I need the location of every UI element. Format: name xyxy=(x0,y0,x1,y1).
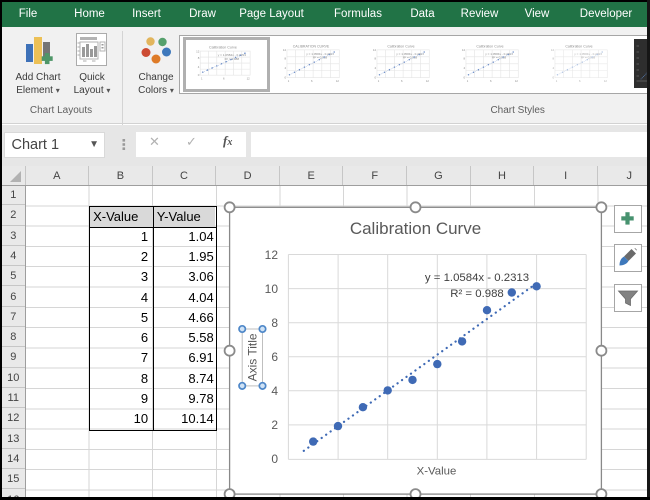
svg-text:10: 10 xyxy=(265,282,279,296)
svg-text:4: 4 xyxy=(553,65,555,69)
svg-text:12: 12 xyxy=(265,248,279,262)
svg-text:4: 4 xyxy=(374,65,376,69)
svg-text:Calibration Curve: Calibration Curve xyxy=(565,44,592,48)
svg-text:6: 6 xyxy=(311,78,313,82)
svg-text:12: 12 xyxy=(604,78,607,82)
svg-text:R² = 0.988: R² = 0.988 xyxy=(492,55,506,59)
svg-text:12: 12 xyxy=(462,48,466,52)
svg-text:0: 0 xyxy=(463,75,465,79)
svg-text:12: 12 xyxy=(196,50,200,54)
svg-text:6: 6 xyxy=(490,78,492,82)
svg-text:1: 1 xyxy=(467,78,469,82)
svg-text:12: 12 xyxy=(425,78,428,82)
svg-text:6: 6 xyxy=(223,77,225,81)
svg-text:0: 0 xyxy=(374,75,376,79)
svg-text:8: 8 xyxy=(463,56,465,60)
svg-text:1: 1 xyxy=(556,78,558,82)
svg-text:6: 6 xyxy=(401,78,403,82)
svg-text:12: 12 xyxy=(336,78,339,82)
svg-text:Calibration Curve: Calibration Curve xyxy=(387,44,414,48)
svg-text:R² = 0.988: R² = 0.988 xyxy=(450,288,504,300)
svg-text:2: 2 xyxy=(271,418,278,432)
svg-text:1: 1 xyxy=(201,77,203,81)
svg-text:8: 8 xyxy=(553,56,555,60)
svg-text:8: 8 xyxy=(374,56,376,60)
svg-text:8: 8 xyxy=(285,56,287,60)
svg-text:CALIBRATION CURVE: CALIBRATION CURVE xyxy=(293,44,330,48)
svg-text:12: 12 xyxy=(373,48,377,52)
svg-text:4: 4 xyxy=(197,65,199,69)
svg-text:0: 0 xyxy=(197,73,199,77)
svg-text:Axis Title: Axis Title xyxy=(245,333,259,381)
svg-text:12: 12 xyxy=(283,48,287,52)
svg-text:0: 0 xyxy=(271,452,278,466)
svg-text:8: 8 xyxy=(197,57,199,61)
svg-text:0: 0 xyxy=(285,75,287,79)
svg-text:6: 6 xyxy=(271,350,278,364)
svg-text:Calibration Curve: Calibration Curve xyxy=(350,219,481,238)
svg-text:y = 1.0584x - 0.2313: y = 1.0584x - 0.2313 xyxy=(425,272,529,284)
svg-text:4: 4 xyxy=(271,384,278,398)
svg-text:1: 1 xyxy=(377,78,379,82)
svg-text:1: 1 xyxy=(288,78,290,82)
svg-text:X-Value: X-Value xyxy=(417,465,457,477)
svg-text:12: 12 xyxy=(551,48,555,52)
svg-text:Calibration Curve: Calibration Curve xyxy=(476,44,503,48)
svg-text:R² = 0.988: R² = 0.988 xyxy=(403,55,417,59)
svg-text:0: 0 xyxy=(553,75,555,79)
svg-text:12: 12 xyxy=(515,78,518,82)
svg-text:12: 12 xyxy=(246,77,250,81)
svg-text:Calibration Curve: Calibration Curve xyxy=(209,46,237,50)
svg-text:R² = 0.988: R² = 0.988 xyxy=(313,55,327,59)
svg-text:R² = 0.988: R² = 0.988 xyxy=(581,55,595,59)
svg-text:4: 4 xyxy=(463,65,465,69)
svg-text:4: 4 xyxy=(285,65,287,69)
svg-text:8: 8 xyxy=(271,316,278,330)
svg-text:6: 6 xyxy=(579,78,581,82)
